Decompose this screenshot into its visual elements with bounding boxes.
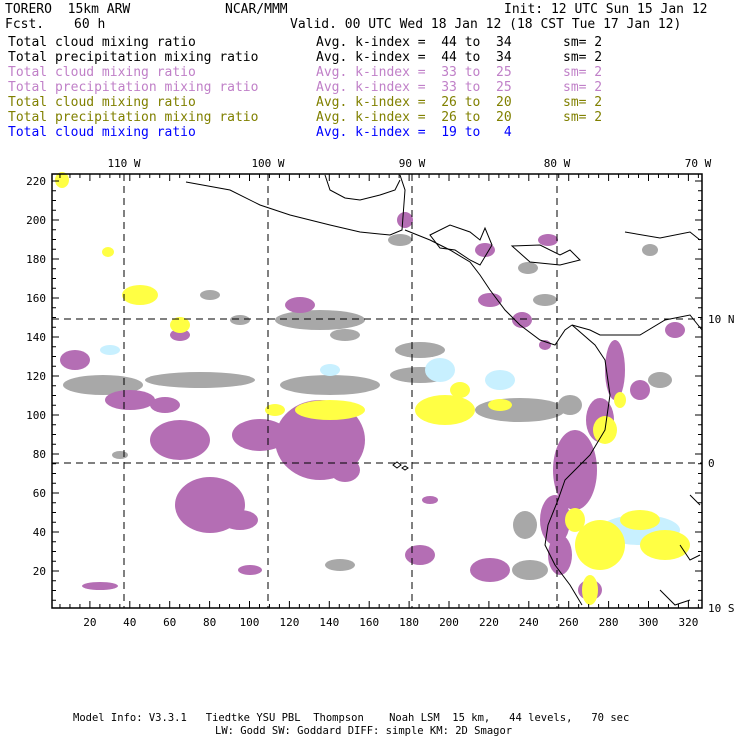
gray-cloud-area [475, 398, 565, 422]
purple-cloud-area [238, 565, 262, 575]
purple-cloud-area [105, 390, 155, 410]
coastline [510, 244, 581, 266]
y-tick-label: 120 [26, 370, 46, 383]
gray-cloud-area [325, 559, 355, 571]
purple-cloud-area [150, 397, 180, 413]
longitude-label: 100 W [251, 157, 284, 170]
map-plot: 20 40 60 80 100 120 140 160 180 200 220 240 260 280 30… [26, 157, 735, 629]
x-tick-label: 160 [359, 616, 379, 629]
purple-cloud-area [330, 458, 360, 482]
lightblue-cloud-area [485, 370, 515, 390]
y-tick-label: 80 [33, 448, 46, 461]
gray-cloud-area [145, 372, 255, 388]
x-tick-label: 300 [639, 616, 659, 629]
lightblue-cloud-area [320, 364, 340, 376]
yellow-cloud-area [102, 247, 114, 257]
purple-cloud-area [82, 582, 118, 590]
purple-cloud-area [150, 420, 210, 460]
x-tick-label: 40 [123, 616, 136, 629]
y-tick-label: 20 [33, 565, 46, 578]
gray-cloud-area [330, 329, 360, 341]
purple-cloud-area [548, 535, 572, 575]
longitude-label: 80 W [544, 157, 571, 170]
longitude-label: 70 W [685, 157, 712, 170]
purple-cloud-area [60, 350, 90, 370]
x-tick-label: 280 [599, 616, 619, 629]
yellow-cloud-area [575, 520, 625, 570]
lightblue-cloud-area [100, 345, 120, 355]
purple-cloud-area [397, 212, 413, 228]
x-tick-label: 260 [559, 616, 579, 629]
x-tick-label: 120 [279, 616, 299, 629]
gray-cloud-area [388, 234, 412, 246]
gray-cloud-area [648, 372, 672, 388]
purple-cloud-area [222, 510, 258, 530]
x-tick-label: 320 [678, 616, 698, 629]
purple-cloud-area [538, 234, 558, 246]
gray-cloud-area [513, 511, 537, 539]
gray-cloud-area [512, 560, 548, 580]
y-tick-label: 220 [26, 175, 46, 188]
y-tick-label: 60 [33, 487, 46, 500]
purple-cloud-area [605, 340, 625, 400]
purple-cloud-area [630, 380, 650, 400]
model-info-line1: Model Info: V3.3.1 Tiedtke YSU PBL Thomp… [73, 712, 630, 724]
x-tick-label: 140 [319, 616, 339, 629]
y-tick-label: 40 [33, 526, 46, 539]
model-info-line2: LW: Godd SW: Goddard DIFF: simple KM: 2D… [215, 725, 513, 737]
longitude-label: 110 W [107, 157, 140, 170]
gray-cloud-area [200, 290, 220, 300]
y-tick-label: 100 [26, 409, 46, 422]
coastline [624, 231, 701, 241]
y-tick-label: 160 [26, 292, 46, 305]
x-tick-label: 180 [399, 616, 419, 629]
gray-cloud-area [533, 294, 557, 306]
lightblue-cloud-area [425, 358, 455, 382]
longitude-label: 90 W [399, 157, 426, 170]
latitude-label: 10 N [708, 313, 735, 326]
yellow-cloud-area [620, 510, 660, 530]
gray-cloud-area [112, 451, 128, 459]
gray-cloud-area [275, 310, 365, 330]
yellow-cloud-area [582, 575, 598, 605]
yellow-cloud-area [640, 530, 690, 560]
coastline [185, 174, 406, 236]
gray-cloud-area [395, 342, 445, 358]
gray-cloud-area [230, 315, 250, 325]
x-tick-label: 80 [203, 616, 216, 629]
purple-cloud-area [478, 293, 502, 307]
coastline [324, 174, 401, 201]
x-tick-label: 60 [163, 616, 176, 629]
yellow-cloud-area [488, 399, 512, 411]
gray-cloud-area [518, 262, 538, 274]
y-tick-label: 200 [26, 214, 46, 227]
weather-map-figure: TORERO 15km ARW NCAR/MMM Init: 12 UTC Su… [0, 0, 740, 740]
y-tick-label: 180 [26, 253, 46, 266]
yellow-cloud-area [295, 400, 365, 420]
gray-cloud-area [280, 375, 380, 395]
x-tick-label: 220 [479, 616, 499, 629]
yellow-cloud-area [122, 285, 158, 305]
x-tick-label: 100 [240, 616, 260, 629]
gray-cloud-area [642, 244, 658, 256]
x-tick-label: 20 [83, 616, 96, 629]
yellow-cloud-area [614, 392, 626, 408]
latitude-label: 0 [708, 457, 715, 470]
latitude-label: 10 S [708, 602, 735, 615]
yellow-cloud-area [450, 382, 470, 398]
x-tick-label: 240 [519, 616, 539, 629]
purple-cloud-area [422, 496, 438, 504]
purple-cloud-area [665, 322, 685, 338]
purple-cloud-area [470, 558, 510, 582]
purple-cloud-area [285, 297, 315, 313]
yellow-cloud-area [415, 395, 475, 425]
purple-cloud-area [405, 545, 435, 565]
x-tick-label: 200 [439, 616, 459, 629]
gray-cloud-area [558, 395, 582, 415]
y-tick-label: 140 [26, 331, 46, 344]
